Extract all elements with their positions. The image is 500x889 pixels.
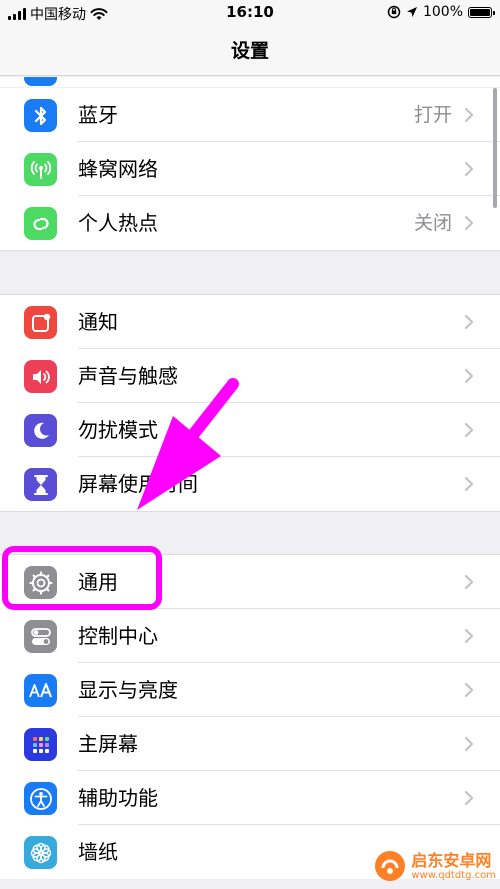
grid-icon [24, 728, 57, 761]
chevron-right-icon [464, 476, 474, 492]
chevron-right-icon [464, 107, 474, 123]
chevron-right-icon [464, 628, 474, 644]
annotation-arrow [137, 378, 239, 510]
settings-row-notifications[interactable]: 通知 [0, 295, 500, 349]
link-icon [24, 207, 57, 240]
settings-row-display[interactable]: 显示与亮度 [0, 663, 500, 717]
settings-group-alerts: 通知 声音与触感 勿扰模式 屏幕使用时间 [0, 294, 500, 512]
moon-icon [24, 414, 57, 447]
settings-row-sounds[interactable]: 声音与触感 [0, 349, 500, 403]
hourglass-icon [24, 468, 57, 501]
watermark-url: www.qdtdtg.com [411, 869, 496, 881]
location-icon [406, 7, 417, 17]
text-size-icon [24, 674, 57, 707]
watermark-text: 启东安卓网 [411, 850, 492, 870]
chevron-right-icon [464, 422, 474, 438]
scrollbar[interactable] [493, 88, 497, 208]
settings-row-screentime[interactable]: 屏幕使用时间 [0, 457, 500, 511]
antenna-icon [24, 153, 57, 186]
chevron-right-icon [464, 736, 474, 752]
chevron-right-icon [464, 368, 474, 384]
chevron-right-icon [464, 790, 474, 806]
settings-row-hotspot[interactable]: 个人热点 关闭 [0, 196, 500, 250]
rotation-lock-icon [387, 5, 401, 19]
chevron-right-icon [464, 161, 474, 177]
settings-row-dnd[interactable]: 勿扰模式 [0, 403, 500, 457]
settings-group-connectivity: 蓝牙 打开 蜂窝网络 个人热点 关闭 [0, 88, 500, 251]
battery-icon [468, 6, 495, 18]
page-title: 设置 [230, 40, 269, 62]
toggle-icon [24, 620, 57, 653]
flower-icon [24, 836, 57, 869]
bluetooth-icon [24, 99, 57, 132]
settings-row-label: 通知 [78, 310, 118, 334]
watermark-logo-icon [375, 851, 406, 881]
status-bar: 中国移动 16:10 100% [0, 0, 500, 26]
settings-row-label: 个人热点 [78, 211, 158, 235]
settings-row-home-screen[interactable]: 主屏幕 [0, 717, 500, 771]
annotation-highlight [2, 546, 162, 610]
battery-percent: 100% [422, 4, 463, 20]
settings-row-bluetooth[interactable]: 蓝牙 打开 [0, 88, 500, 142]
nav-bar: 设置 [0, 26, 500, 76]
settings-row-label: 墙纸 [78, 840, 118, 864]
chevron-right-icon [464, 314, 474, 330]
settings-row-cellular[interactable]: 蜂窝网络 [0, 142, 500, 196]
partial-row-top [0, 77, 500, 87]
settings-row-label: 控制中心 [78, 624, 158, 648]
chevron-right-icon [464, 574, 474, 590]
settings-row-label: 主屏幕 [78, 732, 138, 756]
settings-row-label: 辅助功能 [78, 786, 158, 810]
notification-icon [24, 306, 57, 339]
settings-row-value: 关闭 [413, 212, 452, 234]
settings-row-label: 蓝牙 [78, 103, 118, 127]
speaker-icon [24, 360, 57, 393]
settings-row-value: 打开 [413, 104, 452, 126]
accessibility-icon [24, 782, 57, 815]
chevron-right-icon [464, 215, 474, 231]
settings-row-accessibility[interactable]: 辅助功能 [0, 771, 500, 825]
settings-row-label: 显示与亮度 [78, 678, 178, 702]
watermark: 启东安卓网 www.qdtdtg.com [373, 849, 496, 883]
settings-row-label: 蜂窝网络 [78, 157, 158, 181]
settings-row-control-center[interactable]: 控制中心 [0, 609, 500, 663]
chevron-right-icon [464, 682, 474, 698]
